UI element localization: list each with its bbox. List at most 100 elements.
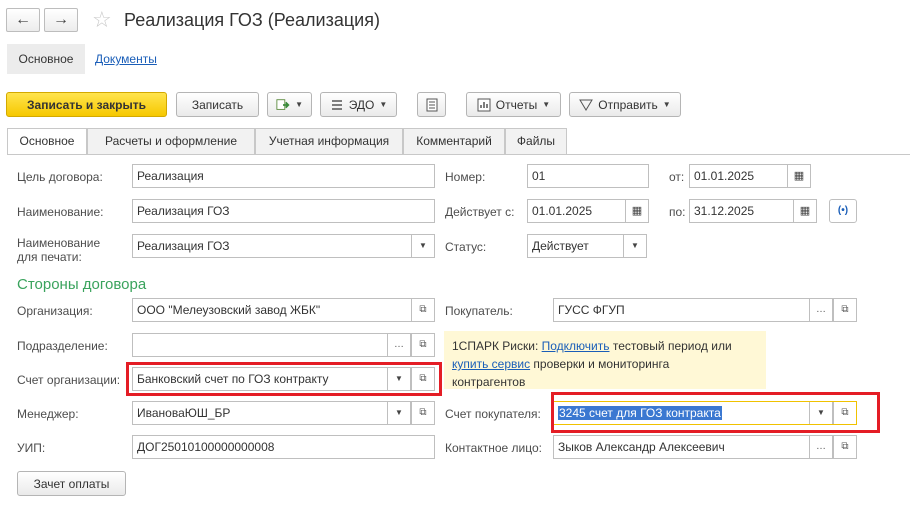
print-name-label-line1: Наименование [17,236,101,250]
spark-prefix: 1СПАРК Риски: [452,339,542,353]
buyer-field[interactable]: ГУСС ФГУП … ⧉ [553,298,857,322]
topnav-documents[interactable]: Документы [95,44,157,74]
calendar-icon: ▦ [799,205,811,217]
number-label: Номер: [445,170,486,184]
org-value: ООО "Мелеузовский завод ЖБК" [137,303,321,317]
choose-button[interactable]: … [387,334,411,356]
valid-from-label: Действует с: [445,205,515,219]
edo-button[interactable]: ЭДО ▼ [320,92,397,117]
reports-label: Отчеты [495,97,538,112]
from-date-field[interactable]: 01.01.2025 ▦ [689,164,811,188]
calendar-icon: ▦ [631,205,643,217]
open-icon: ⧉ [419,304,427,315]
spark-last: контрагентов [452,375,526,389]
save-close-button[interactable]: Записать и закрыть [6,92,167,117]
arrow-left-icon: ← [15,11,31,28]
status-field[interactable]: Действует ▼ [527,234,647,258]
spark-info-panel: 1СПАРК Риски: Подключить тестовый период… [444,331,766,389]
send-button[interactable]: Отправить ▼ [569,92,681,117]
topnav-main[interactable]: Основное [7,44,85,74]
open-icon: ⧉ [841,441,849,452]
to-date-value: 31.12.2025 [694,204,755,218]
calendar-icon: ▦ [793,170,805,182]
forward-button[interactable]: → [44,8,78,32]
save-button[interactable]: Записать [176,92,259,117]
calendar-button[interactable]: ▦ [787,165,810,187]
tab-comment[interactable]: Комментарий [403,128,505,154]
from-date-value: 01.01.2025 [694,169,755,183]
from-label: от: [669,170,685,184]
tab-accounting[interactable]: Учетная информация [255,128,403,154]
ellipsis-icon: … [816,441,826,452]
open-icon: ⧉ [419,407,427,418]
division-label: Подразделение: [17,339,108,353]
open-button[interactable]: ⧉ [833,299,856,321]
dropdown-button[interactable]: ▼ [411,235,434,257]
manager-label: Менеджер: [17,407,79,421]
manager-field[interactable]: ИвановаЮШ_БР ▼ ⧉ [132,401,435,425]
open-icon: ⧉ [419,339,427,350]
goal-field[interactable]: Реализация [132,164,435,188]
calendar-button[interactable]: ▦ [625,200,648,222]
reports-button[interactable]: Отчеты ▼ [466,92,561,117]
valid-from-field[interactable]: 01.01.2025 ▦ [527,199,649,223]
org-field[interactable]: ООО "Мелеузовский завод ЖБК" ⧉ [132,298,435,322]
edo-label: ЭДО [348,97,375,112]
reports-icon [477,98,491,111]
calendar-button[interactable]: ▦ [793,200,816,222]
arrow-right-icon: → [53,11,69,28]
print-name-field[interactable]: Реализация ГОЗ ▼ [132,234,435,258]
status-value: Действует [532,239,589,253]
highlight-buyer-account [551,392,880,433]
chevron-down-icon: ▼ [542,100,551,109]
list-button[interactable] [417,92,446,117]
name-field[interactable]: Реализация ГОЗ [132,199,435,223]
open-icon: ⧉ [841,304,849,315]
contact-label: Контактное лицо: [445,441,542,455]
uip-field[interactable]: ДОГ25010100000000008 [132,435,435,459]
division-field[interactable]: … ⧉ [132,333,435,357]
tab-divider [7,154,910,155]
list-icon [426,98,437,111]
print-name-value: Реализация ГОЗ [137,239,230,253]
spark-connect-link[interactable]: Подключить [542,339,610,353]
ellipsis-icon: … [394,339,404,350]
spark-mid: тестовый период или [609,339,732,353]
favorite-star-icon[interactable]: ☆ [92,8,112,32]
org-label: Организация: [17,304,93,318]
send-label: Отправить [598,97,658,112]
ellipsis-icon: … [816,304,826,315]
spark-buy-link[interactable]: купить сервис [452,357,530,371]
to-date-field[interactable]: 31.12.2025 ▦ [689,199,817,223]
valid-from-value: 01.01.2025 [532,204,593,218]
choose-button[interactable]: … [809,436,833,458]
tab-files[interactable]: Файлы [505,128,567,154]
tab-main[interactable]: Основное [7,128,87,155]
payment-offset-button[interactable]: Зачет оплаты [17,471,126,496]
buyer-account-label: Счет покупателя: [445,407,541,421]
edo-icon [331,99,342,110]
open-button[interactable]: ⧉ [411,299,434,321]
back-button[interactable]: ← [6,8,40,32]
dropdown-button[interactable]: ▼ [387,402,411,424]
buyer-value: ГУСС ФГУП [558,303,625,317]
spark-rest: проверки и мониторинга [530,357,670,371]
to-label: по: [669,205,686,219]
contact-field[interactable]: Зыков Александр Алексеевич … ⧉ [553,435,857,459]
chevron-down-icon: ▼ [662,100,671,109]
create-based-button[interactable]: ▼ [267,92,312,117]
highlight-org-account [126,362,442,396]
tab-payments[interactable]: Расчеты и оформление [87,128,255,154]
chevron-down-icon: ▼ [295,100,303,109]
dropdown-button[interactable]: ▼ [623,235,646,257]
signal-button[interactable]: (•) [829,199,857,223]
number-field[interactable]: 01 [527,164,649,188]
buyer-label: Покупатель: [445,304,513,318]
open-button[interactable]: ⧉ [833,436,856,458]
org-account-label: Счет организации: [17,373,121,387]
name-label: Наименование: [17,205,104,219]
open-button[interactable]: ⧉ [411,402,434,424]
section-title: Стороны договора [17,276,147,293]
open-button[interactable]: ⧉ [411,334,434,356]
choose-button[interactable]: … [809,299,833,321]
